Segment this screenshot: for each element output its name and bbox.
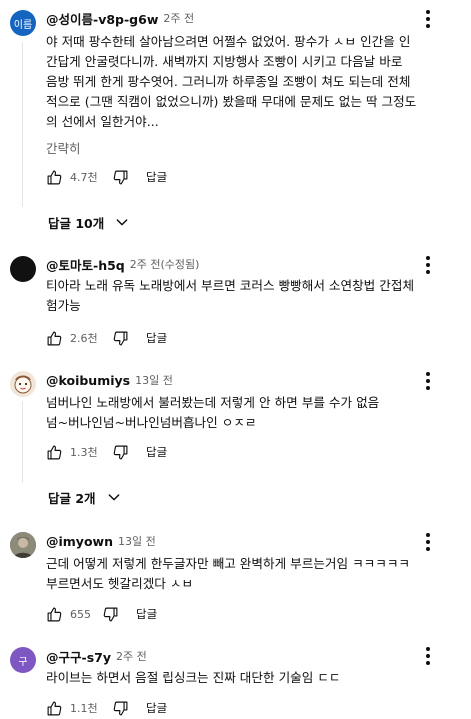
chevron-down-icon [114,214,130,230]
reply-button[interactable]: 답글 [146,169,167,185]
comment-actions: 2.6천 답글 [44,327,167,349]
comment-actions: 1.1천 답글 [44,697,167,719]
comment-actions: 4.7천 답글 [44,166,167,188]
timestamp[interactable]: 2주 전(수정됨) [130,256,200,272]
comment-actions: 1.3천 답글 [44,441,167,463]
timestamp[interactable]: 2주 전 [116,648,147,664]
replies-count-label: 답글 10개 [48,215,105,231]
replies-toggle-button[interactable]: 답글 10개 [48,211,130,233]
reply-button[interactable]: 답글 [136,606,157,622]
like-count: 2.6천 [70,332,98,345]
avatar[interactable]: 이름 [10,10,36,36]
thumb-down-icon[interactable] [110,167,130,187]
more-vert-icon[interactable] [418,532,438,552]
avatar-initials: 구 [18,656,28,668]
thumb-up-icon[interactable] [44,442,64,462]
author-name[interactable]: @성이름-v8p-g6w [46,9,158,28]
cartoon-avatar-icon [14,375,32,394]
thread-line [22,42,23,207]
thumb-down-icon[interactable] [100,604,120,624]
replies-toggle-button[interactable]: 답글 2개 [48,486,122,508]
avatar[interactable]: 구 [10,647,36,673]
comment-text: 근데 어떻게 저렇게 한두글자만 빼고 완벽하게 부르는거임 ㅋㅋㅋㅋㅋ 부르면… [46,556,411,591]
comment-text: 넘버나인 노래방에서 불러봤는데 저렇게 안 하면 부를 수가 없음 넘~버나인… [46,395,380,430]
timestamp[interactable]: 13일 전 [118,533,156,549]
thumb-up-icon[interactable] [44,698,64,718]
comment-text: 야 저때 팡수한테 살아남으려면 어쩔수 없었어. 팡수가 ㅅㅂ 인간을 인 간… [46,34,417,129]
thumb-down-icon[interactable] [110,328,130,348]
show-less-link[interactable]: 간략히 [46,138,81,157]
comment-header: @성이름-v8p-g6w 2주 전 [46,9,194,27]
more-vert-icon[interactable] [418,371,438,391]
more-vert-icon[interactable] [418,9,438,29]
thumb-down-icon[interactable] [110,442,130,462]
avatar-initials: 이름 [13,19,33,31]
comment-actions: 655 답글 [44,603,157,625]
reply-button[interactable]: 답글 [146,330,167,346]
replies-count-label: 답글 2개 [48,490,96,506]
like-count: 4.7천 [70,171,98,184]
author-name[interactable]: @토마토-h5q [46,255,125,274]
comment-header: @구구-s7y 2주 전 [46,647,147,665]
photo-avatar-icon [10,532,36,558]
like-count: 1.1천 [70,702,98,715]
thread-line [22,401,23,483]
more-vert-icon[interactable] [418,255,438,275]
author-name[interactable]: @imyown [46,534,113,549]
avatar[interactable] [10,532,36,558]
thumb-down-icon[interactable] [110,698,130,718]
avatar[interactable] [10,256,36,282]
thumb-up-icon[interactable] [44,328,64,348]
reply-button[interactable]: 답글 [146,700,167,716]
like-count: 655 [70,607,91,621]
like-count: 1.3천 [70,446,98,459]
comment-text: 라이브는 하면서 음절 립싱크는 진짜 대단한 기술임 ㄷㄷ [46,670,341,685]
chevron-down-icon [106,489,122,505]
thumb-up-icon[interactable] [44,167,64,187]
timestamp[interactable]: 2주 전 [163,10,194,26]
avatar[interactable] [10,371,36,397]
comment-header: @koibumiys 13일 전 [46,371,173,389]
thumb-up-icon[interactable] [44,604,64,624]
reply-button[interactable]: 답글 [146,444,167,460]
comment-header: @토마토-h5q 2주 전(수정됨) [46,255,199,273]
more-vert-icon[interactable] [418,646,438,666]
timestamp[interactable]: 13일 전 [135,372,173,388]
comment-header: @imyown 13일 전 [46,532,156,550]
author-name[interactable]: @koibumiys [46,373,130,388]
author-name[interactable]: @구구-s7y [46,647,111,666]
comment-text: 티아라 노래 유독 노래방에서 부르면 코러스 빵빵해서 소연창법 간접체 험가… [46,278,415,313]
